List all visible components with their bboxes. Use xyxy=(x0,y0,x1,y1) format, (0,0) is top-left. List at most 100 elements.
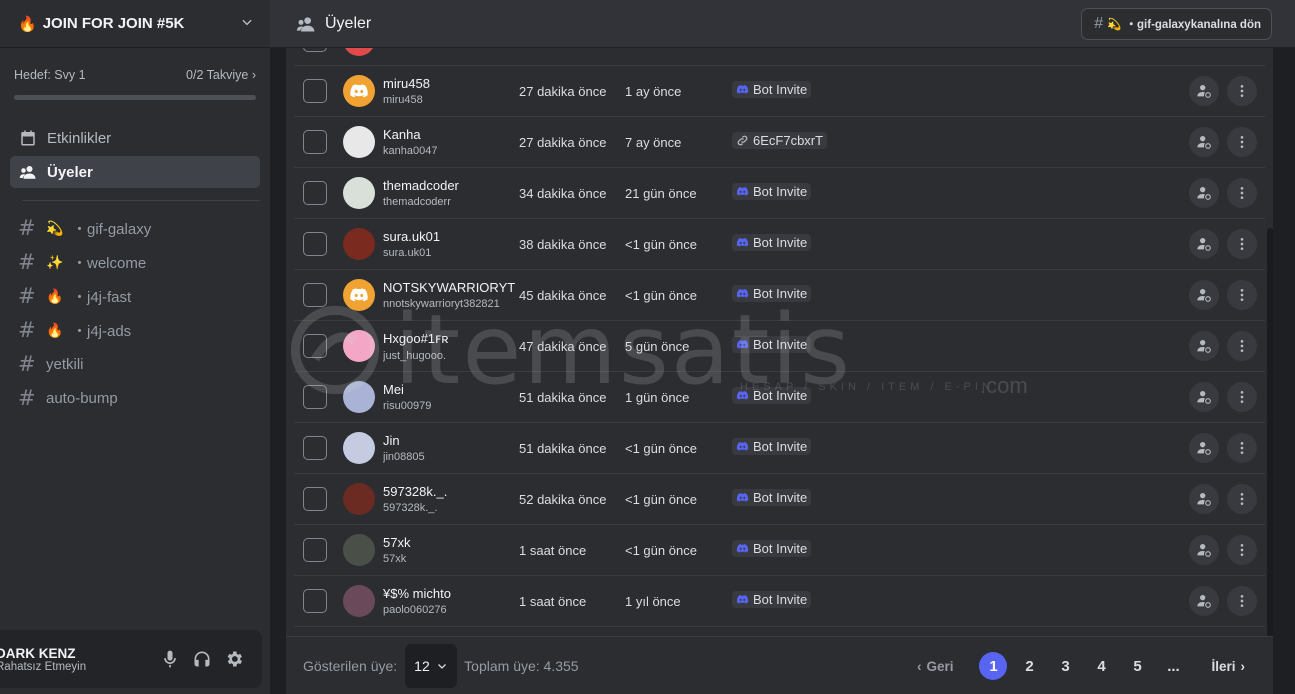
view-profile-button[interactable] xyxy=(1189,586,1219,616)
bot-icon xyxy=(736,287,749,300)
table-row[interactable]: 57xk 57xk 1 saat önce <1 gün önce Bot In… xyxy=(294,525,1265,576)
join-method-label: Bot Invite xyxy=(753,592,808,607)
table-row[interactable]: miru458 miru458 27 dakika önce 1 ay önce… xyxy=(294,66,1265,117)
channel-name: ・welcome xyxy=(72,254,147,272)
channel-yetkili[interactable]: # yetkili xyxy=(0,347,270,381)
more-vertical-icon xyxy=(1234,389,1250,405)
table-row[interactable]: sura.uk01 sura.uk01 38 dakika önce <1 gü… xyxy=(294,219,1265,270)
gear-icon[interactable] xyxy=(218,643,250,675)
join-method-label: Bot Invite xyxy=(753,388,808,403)
more-options-button[interactable] xyxy=(1227,433,1257,463)
view-profile-button[interactable] xyxy=(1189,484,1219,514)
channel-auto-bump[interactable]: # auto-bump xyxy=(0,381,270,415)
row-checkbox[interactable] xyxy=(303,232,327,256)
table-row[interactable]: ¥$% michto paolo060276 1 saat önce 1 yıl… xyxy=(294,576,1265,627)
avatar xyxy=(343,75,375,107)
more-options-button[interactable] xyxy=(1227,484,1257,514)
row-checkbox[interactable] xyxy=(303,48,327,52)
channel-emoji: 🔥 xyxy=(46,287,64,304)
channel-j4j-ads[interactable]: # 🔥 ・j4j-ads xyxy=(0,313,270,347)
row-checkbox[interactable] xyxy=(303,436,327,460)
next-page-button[interactable]: İleri › xyxy=(1211,659,1245,674)
prev-page-button[interactable]: ‹ Geri xyxy=(917,659,954,674)
channel-welcome[interactable]: # ✨ ・welcome xyxy=(0,245,270,279)
chevron-down-icon[interactable] xyxy=(240,15,254,32)
view-profile-button[interactable] xyxy=(1189,535,1219,565)
table-row[interactable]: Jin jin08805 51 dakika önce <1 gün önce … xyxy=(294,423,1265,474)
page-button[interactable]: 3 xyxy=(1047,652,1083,680)
more-options-button[interactable] xyxy=(1227,76,1257,106)
table-row[interactable]: Hxgoo#1ꜰʀ just_hugooo. 47 dakika önce 5 … xyxy=(294,321,1265,372)
join-method-tag: Bot Invite xyxy=(732,81,812,98)
more-options-button[interactable] xyxy=(1227,229,1257,259)
more-options-button[interactable] xyxy=(1227,280,1257,310)
view-profile-button[interactable] xyxy=(1189,76,1219,106)
table-row[interactable]: Mei risu00979 51 dakika önce 1 gün önce … xyxy=(294,372,1265,423)
join-method-tag: Bot Invite xyxy=(732,336,812,353)
row-checkbox[interactable] xyxy=(303,538,327,562)
channel-gif-galaxy[interactable]: # 💫 ・gif-galaxy xyxy=(0,211,270,245)
member-username: 57xk xyxy=(383,553,407,565)
table-row[interactable]: 597328k._. 597328k._. 52 dakika önce <1 … xyxy=(294,474,1265,525)
view-profile-button[interactable] xyxy=(1189,433,1219,463)
user-status: Rahatsız Etmeyin xyxy=(0,660,87,673)
view-profile-button[interactable] xyxy=(1189,280,1219,310)
page-size-select[interactable]: 12 xyxy=(405,643,458,688)
row-checkbox[interactable] xyxy=(303,487,327,511)
account-age: 5 gün önce xyxy=(625,338,690,354)
member-names: ¥$% michto paolo060276 xyxy=(383,586,519,616)
member-username: nnotskywarrioryt382821 xyxy=(383,298,500,310)
locked-hash-icon: # xyxy=(18,352,36,376)
row-checkbox[interactable] xyxy=(303,589,327,613)
page-button[interactable]: 5 xyxy=(1119,652,1155,680)
account-age: <1 gün önce xyxy=(625,542,697,558)
row-checkbox[interactable] xyxy=(303,130,327,154)
boost-goal[interactable]: Hedef: Svy 1 0/2 Takviye › xyxy=(0,48,270,100)
view-profile-button[interactable] xyxy=(1189,331,1219,361)
row-checkbox[interactable] xyxy=(303,181,327,205)
member-display-name: Hxgoo#1ꜰʀ xyxy=(383,330,449,346)
view-profile-button[interactable] xyxy=(1189,382,1219,412)
profile-icon xyxy=(1196,338,1212,354)
page-button[interactable]: 2 xyxy=(1011,652,1047,680)
more-options-button[interactable] xyxy=(1227,586,1257,616)
bot-icon xyxy=(736,389,749,402)
guild-header[interactable]: 🔥 JOIN FOR JOIN #5K xyxy=(0,0,270,48)
row-checkbox[interactable] xyxy=(303,283,327,307)
headphones-icon[interactable] xyxy=(186,643,218,675)
nav-members[interactable]: Üyeler xyxy=(10,156,260,188)
more-options-button[interactable] xyxy=(1227,382,1257,412)
boost-progress-label: 0/2 Takviye › xyxy=(186,68,256,82)
join-method: Bot Invite xyxy=(732,540,1181,560)
row-checkbox[interactable] xyxy=(303,79,327,103)
profile-icon xyxy=(1196,491,1212,507)
scrollbar[interactable] xyxy=(1267,228,1273,636)
bot-icon xyxy=(736,338,749,351)
microphone-icon[interactable] xyxy=(154,643,186,675)
table-row[interactable]: ibrahimsyaed xyxy=(294,48,1265,66)
more-options-button[interactable] xyxy=(1227,178,1257,208)
nav-events[interactable]: Etkinlikler xyxy=(10,122,260,154)
avatar xyxy=(343,228,375,260)
back-to-channel-button[interactable]: # 💫 ・gif-galaxykanalına dön xyxy=(1081,8,1272,40)
table-row[interactable]: themadcoder themadcoderr 34 dakika önce … xyxy=(294,168,1265,219)
table-row[interactable]: NOTSKYWARRIORYT nnotskywarrioryt382821 4… xyxy=(294,270,1265,321)
member-display-name: Mei xyxy=(383,382,404,397)
user-info[interactable]: DARK KENZ Rahatsız Etmeyin xyxy=(0,646,154,673)
more-options-button[interactable] xyxy=(1227,331,1257,361)
prev-label: Geri xyxy=(926,658,954,674)
row-checkbox[interactable] xyxy=(303,385,327,409)
table-row[interactable]: Kanha kanha0047 27 dakika önce 7 ay önce… xyxy=(294,117,1265,168)
row-checkbox[interactable] xyxy=(303,334,327,358)
view-profile-button[interactable] xyxy=(1189,127,1219,157)
view-profile-button[interactable] xyxy=(1189,229,1219,259)
member-joined: 27 dakika önce xyxy=(519,83,607,99)
join-method-tag: Bot Invite xyxy=(732,234,812,251)
view-profile-button[interactable] xyxy=(1189,178,1219,208)
channel-j4j-fast[interactable]: # 🔥 ・j4j-fast xyxy=(0,279,270,313)
page-button[interactable]: 1 xyxy=(979,652,1008,680)
account-age: <1 gün önce xyxy=(625,236,697,252)
more-options-button[interactable] xyxy=(1227,535,1257,565)
more-options-button[interactable] xyxy=(1227,127,1257,157)
page-button[interactable]: 4 xyxy=(1083,652,1119,680)
